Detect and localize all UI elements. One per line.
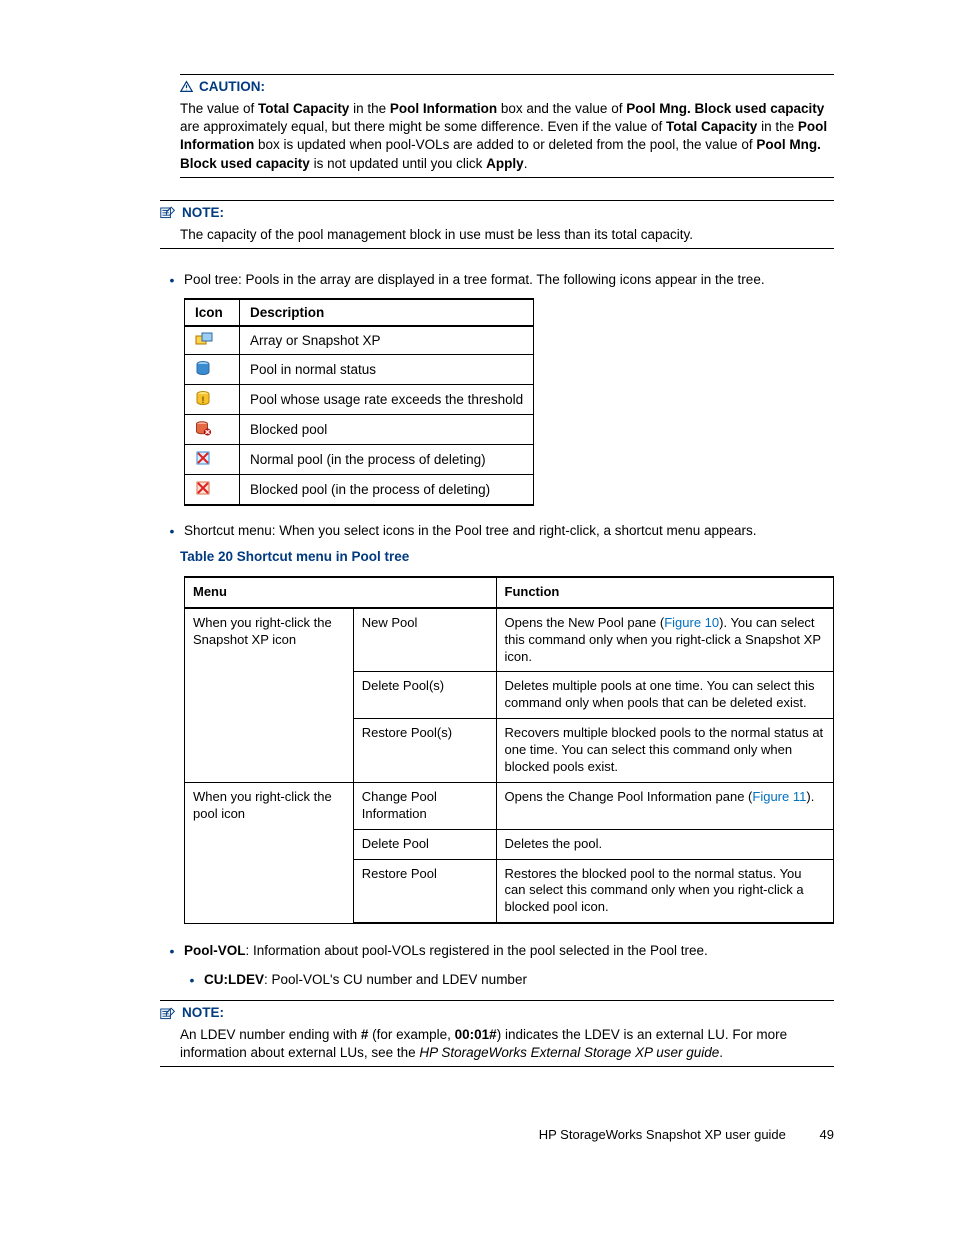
pool-normal-icon bbox=[195, 364, 211, 379]
note-label: NOTE: bbox=[182, 1005, 224, 1020]
table-20-title: Table 20 Shortcut menu in Pool tree bbox=[180, 549, 834, 564]
bullet-text: Pool-VOL: Information about pool-VOLs re… bbox=[184, 942, 708, 960]
col-menu: Menu bbox=[185, 577, 497, 608]
col-description: Description bbox=[240, 299, 534, 326]
bullet-icon: • bbox=[160, 942, 184, 961]
menu-command: Delete Pool(s) bbox=[353, 672, 496, 719]
footer-text: HP StorageWorks Snapshot XP user guide bbox=[539, 1127, 786, 1142]
cell-description: Normal pool (in the process of deleting) bbox=[240, 444, 534, 474]
note-body: An LDEV number ending with # (for exampl… bbox=[180, 1026, 834, 1062]
pool-blocked-deleting-icon bbox=[195, 484, 211, 499]
menu-command: Restore Pool bbox=[353, 859, 496, 923]
table-row: When you right-click the Snapshot XP ico… bbox=[185, 608, 834, 672]
note-heading: NOTE: bbox=[160, 205, 834, 220]
cell-description: Array or Snapshot XP bbox=[240, 326, 534, 355]
caution-body: The value of Total Capacity in the Pool … bbox=[180, 100, 834, 173]
menu-function: Deletes multiple pools at one time. You … bbox=[496, 672, 834, 719]
menu-function: Opens the Change Pool Information pane (… bbox=[496, 782, 834, 829]
bullet-text: Pool tree: Pools in the array are displa… bbox=[184, 271, 765, 289]
cell-description: Blocked pool bbox=[240, 414, 534, 444]
col-icon: Icon bbox=[185, 299, 240, 326]
col-function: Function bbox=[496, 577, 834, 608]
pool-normal-deleting-icon bbox=[195, 454, 211, 469]
menu-function: Restores the blocked pool to the normal … bbox=[496, 859, 834, 923]
pool-blocked-icon bbox=[195, 424, 211, 439]
caution-label: CAUTION: bbox=[199, 79, 265, 94]
bullet-icon: • bbox=[160, 522, 184, 541]
cell-description: Pool in normal status bbox=[240, 354, 534, 384]
page-content: CAUTION: The value of Total Capacity in … bbox=[0, 0, 954, 1182]
note-heading: NOTE: bbox=[160, 1005, 834, 1020]
caution-admonition: CAUTION: The value of Total Capacity in … bbox=[180, 74, 834, 178]
array-snapshot-xp-icon bbox=[195, 334, 213, 349]
note-label: NOTE: bbox=[182, 205, 224, 220]
table-row: Blocked pool bbox=[185, 414, 534, 444]
pool-tree-bullet: • Pool tree: Pools in the array are disp… bbox=[160, 271, 834, 290]
cell-description: Blocked pool (in the process of deleting… bbox=[240, 474, 534, 505]
caution-heading: CAUTION: bbox=[180, 79, 834, 94]
icon-description-table: Icon Description Array or Snapshot XP Po… bbox=[184, 298, 534, 506]
table-header-row: Icon Description bbox=[185, 299, 534, 326]
note-pencil-icon bbox=[160, 1006, 176, 1020]
pool-threshold-icon: ! bbox=[195, 394, 211, 409]
cell-description: Pool whose usage rate exceeds the thresh… bbox=[240, 384, 534, 414]
menu-group: When you right-click the pool icon bbox=[185, 782, 354, 923]
page-footer: HP StorageWorks Snapshot XP user guide 4… bbox=[160, 1127, 834, 1142]
menu-function: Recovers multiple blocked pools to the n… bbox=[496, 719, 834, 783]
poolvol-bullet: • Pool-VOL: Information about pool-VOLs … bbox=[160, 942, 834, 961]
shortcut-menu-bullet: • Shortcut menu: When you select icons i… bbox=[160, 522, 834, 541]
menu-command: Delete Pool bbox=[353, 829, 496, 859]
shortcut-menu-table: Menu Function When you right-click the S… bbox=[184, 576, 834, 924]
note-admonition: NOTE: The capacity of the pool managemen… bbox=[160, 200, 834, 249]
table-header-row: Menu Function bbox=[185, 577, 834, 608]
table-row: ! Pool whose usage rate exceeds the thre… bbox=[185, 384, 534, 414]
menu-command: Restore Pool(s) bbox=[353, 719, 496, 783]
table-row: Blocked pool (in the process of deleting… bbox=[185, 474, 534, 505]
caution-triangle-icon bbox=[180, 80, 193, 93]
bullet-icon: • bbox=[180, 971, 204, 990]
page-number: 49 bbox=[820, 1127, 834, 1142]
svg-text:!: ! bbox=[202, 395, 205, 405]
table-row: Pool in normal status bbox=[185, 354, 534, 384]
bullet-text: CU:LDEV: Pool-VOL's CU number and LDEV n… bbox=[204, 971, 527, 989]
note-body: The capacity of the pool management bloc… bbox=[180, 226, 834, 244]
menu-function: Opens the New Pool pane (Figure 10). You… bbox=[496, 608, 834, 672]
table-row: Normal pool (in the process of deleting) bbox=[185, 444, 534, 474]
menu-command: New Pool bbox=[353, 608, 496, 672]
culdev-bullet: • CU:LDEV: Pool-VOL's CU number and LDEV… bbox=[180, 971, 834, 990]
note-admonition: NOTE: An LDEV number ending with # (for … bbox=[160, 1000, 834, 1067]
bullet-text: Shortcut menu: When you select icons in … bbox=[184, 522, 757, 540]
bullet-icon: • bbox=[160, 271, 184, 290]
table-row: When you right-click the pool icon Chang… bbox=[185, 782, 834, 829]
menu-function: Deletes the pool. bbox=[496, 829, 834, 859]
menu-group: When you right-click the Snapshot XP ico… bbox=[185, 608, 354, 783]
table-row: Array or Snapshot XP bbox=[185, 326, 534, 355]
note-pencil-icon bbox=[160, 205, 176, 219]
menu-command: Change Pool Information bbox=[353, 782, 496, 829]
